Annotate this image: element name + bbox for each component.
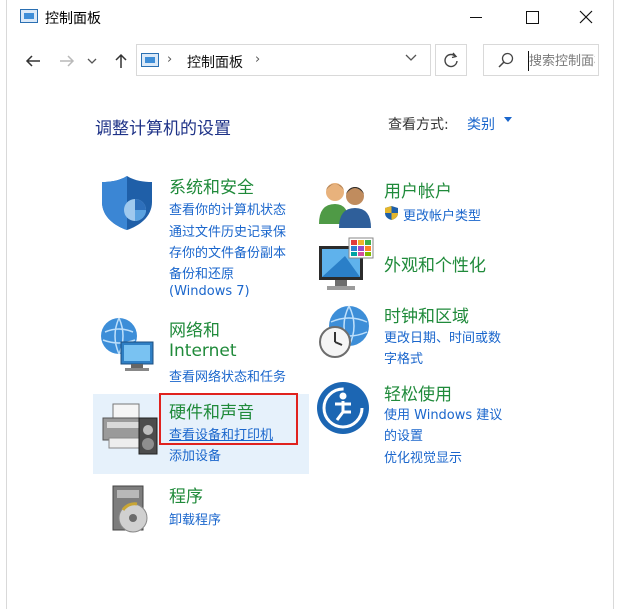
page-title: 调整计算机的设置 [95,119,231,139]
dropdown-arrow-icon[interactable] [504,117,512,122]
chevron-down-icon [87,58,97,64]
maximize-button[interactable] [509,0,555,34]
address-dropdown-button[interactable] [405,51,417,66]
control-panel-window: 控制面板 › 控制面板 › 搜索控制面板 调整计算机的设置 查看方式: 类别 系… [6,0,614,609]
change-date-time-link-line1[interactable]: 更改日期、时间或数 [384,327,501,346]
clock-globe-icon[interactable] [315,302,375,362]
file-history-link-line1[interactable]: 通过文件历史记录保 [169,221,286,240]
up-button[interactable] [109,49,133,73]
breadcrumb-separator[interactable]: › [255,52,260,67]
forward-button[interactable] [55,49,79,73]
window-title: 控制面板 [45,11,101,27]
change-date-time-link-line2[interactable]: 字格式 [384,348,423,367]
appearance-monitor-icon[interactable] [315,236,375,296]
windows-suggestions-link-line2[interactable]: 的设置 [384,425,423,444]
user-accounts-title[interactable]: 用户帐户 [384,177,452,202]
view-network-status-link[interactable]: 查看网络状态和任务 [169,366,286,385]
minimize-icon [470,16,482,18]
breadcrumb-control-panel[interactable]: 控制面板 [187,52,243,72]
view-by-dropdown[interactable]: 类别 [467,114,495,134]
search-icon [498,52,514,68]
maximize-icon [525,10,539,24]
system-security-title[interactable]: 系统和安全 [169,173,254,198]
back-arrow-icon [25,55,40,67]
back-button[interactable] [21,49,45,73]
close-icon [579,10,593,24]
refresh-button[interactable] [435,44,467,76]
navigation-bar: › 控制面板 › [7,40,613,82]
network-title-line1[interactable]: 网络和 [169,316,220,341]
control-panel-icon [141,53,159,67]
search-input[interactable] [528,51,595,71]
search-box[interactable] [483,44,599,76]
backup-restore-link[interactable]: 备份和还原 [169,263,234,282]
backup-restore-windows7-link[interactable]: (Windows 7) [169,284,250,299]
ease-of-access-title[interactable]: 轻松使用 [384,380,452,405]
windows-suggestions-link-line1[interactable]: 使用 Windows 建议 [384,404,502,423]
appearance-title[interactable]: 外观和个性化 [384,251,486,276]
programs-title[interactable]: 程序 [169,482,203,507]
minimize-button[interactable] [453,0,499,34]
close-button[interactable] [563,0,609,34]
breadcrumb-separator[interactable]: › [167,52,172,67]
forward-arrow-icon [60,55,75,67]
network-title-line2[interactable]: Internet [169,341,237,361]
programs-disc-icon[interactable] [103,480,163,540]
control-panel-icon [20,9,38,23]
address-bar[interactable]: › 控制面板 › [136,44,431,76]
users-icon[interactable] [315,176,375,236]
uac-shield-icon [385,206,398,220]
view-computer-status-link[interactable]: 查看你的计算机状态 [169,199,286,218]
file-history-link-line2[interactable]: 存你的文件备份副本 [169,242,286,261]
title-bar[interactable]: 控制面板 [7,0,613,34]
clock-region-title[interactable]: 时钟和区域 [384,302,469,327]
chevron-down-icon [405,54,417,61]
ease-of-access-icon[interactable] [315,380,375,440]
highlight-annotation-box [159,393,298,445]
change-account-type-link[interactable]: 更改帐户类型 [403,205,481,224]
add-device-link[interactable]: 添加设备 [169,445,221,464]
optimize-visual-display-link[interactable]: 优化视觉显示 [384,447,462,466]
view-by-label: 查看方式: [388,117,449,133]
printer-speaker-icon[interactable] [99,398,159,458]
recent-locations-button[interactable] [85,49,99,73]
uninstall-program-link[interactable]: 卸载程序 [169,509,221,528]
refresh-icon [444,52,458,68]
network-globe-icon[interactable] [97,314,157,374]
shield-icon[interactable] [97,172,157,232]
up-arrow-icon [115,53,127,68]
